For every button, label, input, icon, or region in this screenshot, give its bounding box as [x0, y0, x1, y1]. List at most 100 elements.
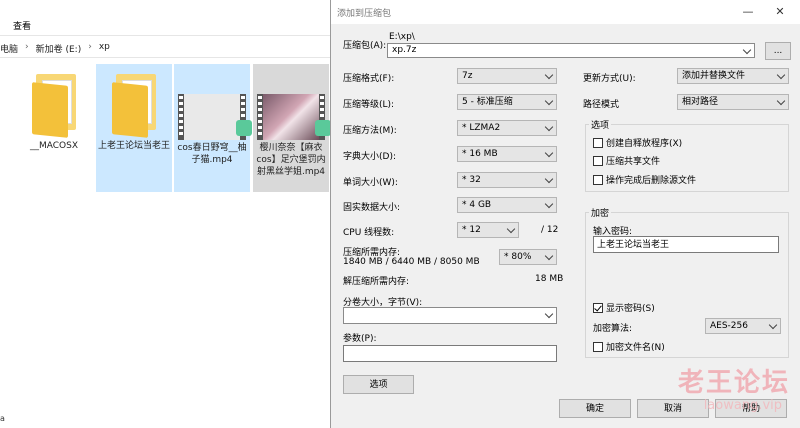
breadcrumb: 电脑 › 新加卷 (E:) › xp: [0, 42, 110, 55]
chevron-down-icon: [777, 98, 785, 106]
checkbox-icon: [593, 155, 603, 166]
word-label: 单词大小(W):: [343, 178, 398, 188]
ok-button[interactable]: 确定: [559, 399, 631, 418]
chevron-down-icon: [743, 47, 751, 55]
memory-percent-select[interactable]: * 80%: [499, 249, 557, 265]
path-mode-label: 路径模式: [583, 100, 620, 110]
encryption-method-select[interactable]: AES-256: [705, 318, 781, 334]
cancel-button[interactable]: 取消: [637, 399, 709, 418]
delete-after-label: 操作完成后删除源文件: [606, 176, 697, 186]
checkbox-icon: [593, 137, 603, 148]
chevron-down-icon: [545, 176, 553, 184]
folder-icon: [112, 74, 158, 138]
breadcrumb-folder[interactable]: xp: [99, 42, 110, 55]
method-value: * LZMA2: [462, 123, 501, 133]
cpu-select[interactable]: * 12: [457, 222, 519, 238]
chevron-right-icon: ›: [88, 42, 92, 52]
checkbox-checked-icon: [593, 302, 603, 313]
chevron-down-icon: [545, 201, 553, 209]
file-item-macosx[interactable]: __MACOSX: [16, 64, 92, 192]
chevron-down-icon: [545, 124, 553, 132]
update-mode-select[interactable]: 添加并替换文件: [677, 68, 789, 84]
checkbox-icon: [593, 341, 603, 352]
chevron-down-icon: [769, 322, 777, 330]
path-mode-select[interactable]: 相对路径: [677, 94, 789, 110]
chevron-down-icon: [545, 253, 553, 261]
update-mode-value: 添加并替换文件: [682, 71, 746, 81]
title-bar: 添加到压缩包 — ✕: [331, 0, 800, 24]
format-select[interactable]: 7z: [457, 68, 557, 84]
solid-select[interactable]: * 4 GB: [457, 197, 557, 213]
delete-after-checkbox[interactable]: 操作完成后删除源文件: [593, 173, 696, 186]
word-select[interactable]: * 32: [457, 172, 557, 188]
file-item-video-1[interactable]: cos春日野穹__柚子猫.mp4: [174, 64, 252, 192]
checkbox-icon: [593, 174, 603, 185]
password-input[interactable]: 上老王论坛当老王: [593, 236, 779, 253]
breadcrumb-drive[interactable]: 新加卷 (E:): [36, 42, 82, 55]
chevron-right-icon: ›: [25, 42, 29, 52]
shared-files-label: 压缩共享文件: [606, 157, 661, 167]
cpu-value: * 12: [462, 225, 481, 235]
browse-button[interactable]: ...: [765, 42, 791, 60]
chevron-down-icon: [545, 72, 553, 80]
file-item-label: 上老王论坛当老王: [98, 141, 171, 151]
decompress-memory-label: 解压缩所需内存:: [343, 277, 410, 287]
params-input[interactable]: [343, 345, 557, 362]
options-button[interactable]: 选项: [343, 375, 414, 394]
archive-dir: E:\xp\: [389, 32, 415, 42]
watermark-url: laowang.vip: [703, 398, 782, 413]
dialog-title: 添加到压缩包: [337, 9, 392, 19]
level-select[interactable]: 5 - 标准压缩: [457, 94, 557, 110]
show-password-checkbox[interactable]: 显示密码(S): [593, 301, 655, 314]
path-mode-value: 相对路径: [682, 97, 719, 107]
encryption-group-title: 加密: [589, 206, 612, 219]
archive-label: 压缩包(A):: [343, 41, 387, 51]
solid-label: 固实数据大小:: [343, 203, 401, 213]
dict-select[interactable]: * 16 MB: [457, 146, 557, 162]
dict-label: 字典大小(D):: [343, 152, 396, 162]
show-password-label: 显示密码(S): [606, 304, 655, 314]
file-item-label: 樱川奈奈【麻衣cos】足穴堡罚内射黑丝学姐.mp4: [256, 143, 326, 177]
method-select[interactable]: * LZMA2: [457, 120, 557, 136]
chevron-down-icon: [545, 311, 553, 319]
shared-files-checkbox[interactable]: 压缩共享文件: [593, 154, 660, 167]
memory-value: 1840 MB / 6440 MB / 8050 MB: [343, 257, 480, 267]
sfx-checkbox[interactable]: 创建自释放程序(X): [593, 136, 682, 149]
encryption-method-value: AES-256: [710, 321, 748, 331]
level-value: 5 - 标准压缩: [462, 97, 513, 107]
encrypt-names-label: 加密文件名(N): [606, 343, 665, 353]
dict-value: * 16 MB: [462, 149, 498, 159]
ribbon-tab-view[interactable]: 查看: [13, 19, 31, 32]
chevron-down-icon: [777, 72, 785, 80]
file-list: __MACOSX 上老王论坛当老王 cos春日野穹__柚子猫.mp4 樱川奈奈【…: [0, 64, 340, 204]
cpu-total: / 12: [541, 225, 559, 235]
chevron-down-icon: [545, 98, 553, 106]
breadcrumb-pc[interactable]: 电脑: [0, 42, 18, 55]
level-label: 压缩等级(L):: [343, 100, 395, 110]
chevron-down-icon: [545, 150, 553, 158]
file-item-video-2[interactable]: 樱川奈奈【麻衣cos】足穴堡罚内射黑丝学姐.mp4: [253, 64, 331, 192]
options-group-title: 选项: [589, 118, 612, 131]
archive-name-value: xp.7z: [392, 45, 417, 55]
cpu-label: CPU 线程数:: [343, 228, 395, 238]
folder-icon: [32, 74, 78, 138]
close-icon[interactable]: ✕: [769, 3, 791, 21]
sfx-label: 创建自释放程序(X): [606, 139, 683, 149]
video-thumbnail-icon: [257, 94, 331, 140]
method-label: 压缩方法(M):: [343, 126, 397, 136]
file-item-folder[interactable]: 上老王论坛当老王: [96, 64, 172, 192]
encrypt-names-checkbox[interactable]: 加密文件名(N): [593, 340, 665, 353]
status-bar-text: a: [0, 414, 5, 423]
memory-percent-value: * 80%: [504, 252, 532, 262]
split-size-combo[interactable]: [343, 307, 557, 324]
encryption-method-label: 加密算法:: [593, 324, 633, 334]
params-label: 参数(P):: [343, 334, 377, 344]
chevron-down-icon: [507, 226, 515, 234]
file-item-label: cos春日野穹__柚子猫.mp4: [177, 143, 247, 165]
archive-name-combo[interactable]: xp.7z: [387, 43, 755, 58]
file-item-label: __MACOSX: [29, 141, 78, 151]
minimize-icon[interactable]: —: [737, 3, 759, 21]
update-mode-label: 更新方式(U):: [583, 74, 636, 84]
watermark-text: 老王论坛: [677, 368, 790, 398]
decompress-memory-value: 18 MB: [535, 274, 564, 284]
